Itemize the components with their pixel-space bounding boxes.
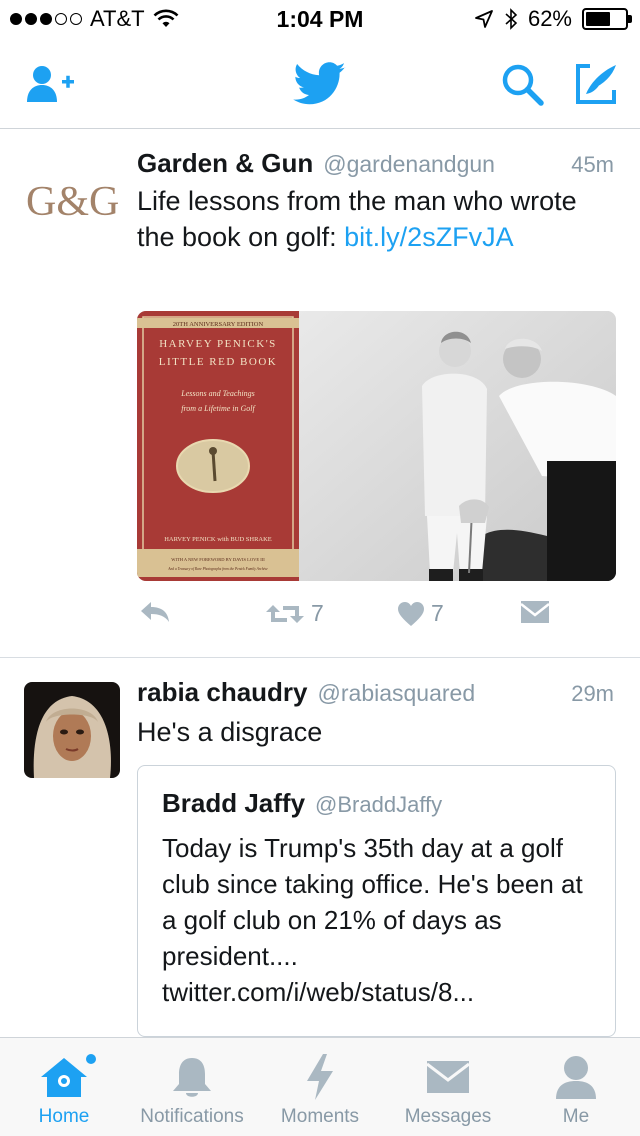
user-avatar-photo (24, 682, 120, 778)
book-foreword-note: And a Treasury of Rare Photographs from … (167, 567, 268, 571)
tweet[interactable]: rabia chaudry @rabiasquared 29m He's a d… (0, 659, 640, 1037)
like-button[interactable]: 7 (397, 600, 444, 627)
tab-label: Moments (280, 1106, 360, 1127)
reply-button[interactable] (139, 600, 171, 624)
envelope-icon (520, 601, 550, 623)
tweet-text: He's a disgrace (137, 717, 323, 747)
book-subtitle-line-2: from a Lifetime in Golf (181, 404, 256, 413)
media-image: 20TH ANNIVERSARY EDITION HARVEY PENICK'S… (137, 311, 616, 581)
avatar[interactable]: G&G (24, 173, 120, 223)
tweet[interactable]: G&G Garden & Gun @gardenandgun 45m Life … (0, 130, 640, 658)
status-left: AT&T (10, 6, 179, 32)
garden-and-gun-logo: G&G (26, 179, 119, 223)
bell-icon (170, 1052, 214, 1102)
tab-home[interactable]: Home (0, 1038, 128, 1136)
quoted-tweet-text: Today is Trump's 35th day at a golf club… (162, 833, 583, 1007)
tweet-media[interactable]: 20TH ANNIVERSARY EDITION HARVEY PENICK'S… (137, 311, 616, 581)
quoted-author-name: Bradd Jaffy (162, 788, 306, 818)
battery-icon (582, 8, 632, 30)
avatar[interactable] (24, 682, 120, 778)
twitter-bird-icon[interactable] (293, 62, 347, 106)
direct-message-button[interactable] (520, 600, 550, 624)
lightning-icon (305, 1052, 335, 1102)
tab-notifications[interactable]: Notifications (128, 1038, 256, 1136)
book-title-line-2: LITTLE RED BOOK (159, 356, 277, 368)
book-edition: 20TH ANNIVERSARY EDITION (173, 321, 264, 328)
quoted-author-handle: @BraddJaffy (315, 792, 443, 817)
tweet-author-handle[interactable]: @rabiasquared (318, 680, 476, 707)
book-foreword: WITH A NEW FOREWORD BY DAVIS LOVE III (171, 557, 265, 562)
tab-moments[interactable]: Moments (256, 1038, 384, 1136)
tab-messages[interactable]: Messages (384, 1038, 512, 1136)
location-arrow-icon (475, 10, 493, 28)
tweet-link[interactable]: bit.ly/2sZFvJA (344, 222, 514, 252)
tweet-header: Garden & Gun @gardenandgun 45m (137, 148, 614, 179)
signal-strength-icon (10, 13, 82, 25)
tweet-timestamp: 29m (571, 681, 614, 706)
add-user-icon[interactable] (26, 64, 76, 104)
carrier-label: AT&T (90, 6, 145, 31)
book-authors: HARVEY PENICK with BUD SHRAKE (164, 536, 272, 543)
wifi-icon (153, 9, 178, 27)
envelope-icon (426, 1052, 470, 1102)
search-icon[interactable] (500, 62, 546, 108)
compose-icon[interactable] (574, 62, 618, 106)
tab-me[interactable]: Me (512, 1038, 640, 1136)
tab-label: Notifications (140, 1106, 244, 1127)
status-bar: AT&T 1:04 PM 62% (0, 0, 640, 40)
tab-label: Me (562, 1106, 590, 1127)
tab-label: Messages (404, 1106, 492, 1127)
battery-percent: 62% (527, 6, 572, 31)
home-notification-dot (86, 1054, 96, 1064)
tweet-actions: 7 7 (137, 600, 597, 640)
tweet-timestamp: 45m (571, 152, 614, 177)
tweet-author-name[interactable]: Garden & Gun (137, 148, 313, 179)
quoted-tweet-header: Bradd Jaffy @BraddJaffy (162, 788, 442, 819)
logo-text: G&G (26, 179, 119, 223)
tweet-author-handle[interactable]: @gardenandgun (323, 151, 495, 178)
retweet-count: 7 (311, 600, 324, 626)
home-icon (38, 1052, 96, 1102)
like-count: 7 (431, 600, 444, 626)
reply-icon (141, 602, 169, 622)
tweet-author-name[interactable]: rabia chaudry (137, 677, 308, 708)
battery-fill (586, 12, 610, 26)
tab-label: Home (38, 1106, 90, 1127)
tab-bar: Home Notifications Moments Messages Me (0, 1037, 640, 1136)
status-right: 62% (474, 6, 632, 32)
retweet-button[interactable]: 7 (265, 600, 324, 627)
retweet-icon (266, 604, 304, 623)
tweet-header: rabia chaudry @rabiasquared 29m (137, 677, 614, 708)
heart-icon (398, 601, 424, 626)
person-icon (554, 1052, 598, 1102)
nav-bar (0, 40, 640, 129)
quoted-tweet[interactable]: Bradd Jaffy @BraddJaffy Today is Trump's… (137, 765, 616, 1037)
book-title-line-1: HARVEY PENICK'S (159, 338, 277, 350)
tweet-text: Life lessons from the man who wrote the … (137, 183, 610, 255)
book-subtitle-line-1: Lessons and Teachings (180, 389, 255, 398)
bluetooth-icon (505, 8, 518, 30)
